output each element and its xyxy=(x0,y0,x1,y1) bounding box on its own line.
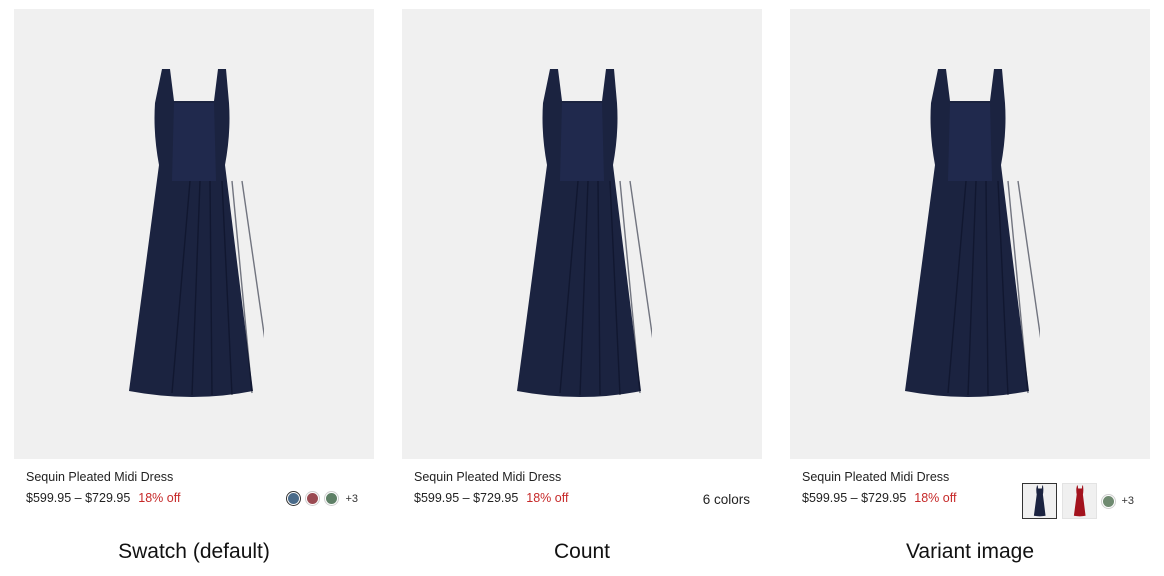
product-title[interactable]: Sequin Pleated Midi Dress xyxy=(414,469,750,485)
price-range: $599.95 – $729.95 xyxy=(414,491,519,505)
product-image[interactable] xyxy=(14,9,374,459)
navy-dress-image xyxy=(129,69,264,397)
caption-variant-image: Variant image xyxy=(905,540,1034,563)
product-card-swatch: Sequin Pleated Midi Dress $599.95 – $729… xyxy=(14,9,374,529)
variant-images: +3 xyxy=(1022,483,1134,519)
more-colors-count[interactable]: +3 xyxy=(345,493,358,505)
product-image[interactable] xyxy=(402,9,762,459)
color-swatches: +3 xyxy=(287,492,358,505)
product-image[interactable] xyxy=(790,9,1150,459)
navy-dress-thumb xyxy=(1033,485,1046,517)
red-dress-thumb xyxy=(1073,485,1086,517)
discount-label: 18% off xyxy=(914,491,957,505)
price-range: $599.95 – $729.95 xyxy=(802,491,907,505)
product-title[interactable]: Sequin Pleated Midi Dress xyxy=(26,469,362,485)
navy-dress-image xyxy=(517,69,652,397)
swatch-green[interactable] xyxy=(1102,494,1116,508)
color-count: 6 colors xyxy=(702,492,750,507)
more-colors-count[interactable]: +3 xyxy=(1121,495,1134,507)
caption-count: Count xyxy=(553,540,611,563)
swatch-green[interactable] xyxy=(325,492,339,505)
discount-label: 18% off xyxy=(526,491,569,505)
caption-swatch-default: Swatch (default) xyxy=(118,540,270,563)
discount-label: 18% off xyxy=(138,491,181,505)
variant-thumb-red[interactable] xyxy=(1062,483,1098,519)
product-card-variant-image: Sequin Pleated Midi Dress $599.95 – $729… xyxy=(790,9,1150,529)
product-card-count: Sequin Pleated Midi Dress $599.95 – $729… xyxy=(402,9,762,529)
swatch-red[interactable] xyxy=(306,492,320,505)
price-range: $599.95 – $729.95 xyxy=(26,491,131,505)
variant-thumb-navy[interactable] xyxy=(1022,483,1058,519)
navy-dress-image xyxy=(905,69,1040,397)
swatch-blue[interactable] xyxy=(287,492,301,505)
